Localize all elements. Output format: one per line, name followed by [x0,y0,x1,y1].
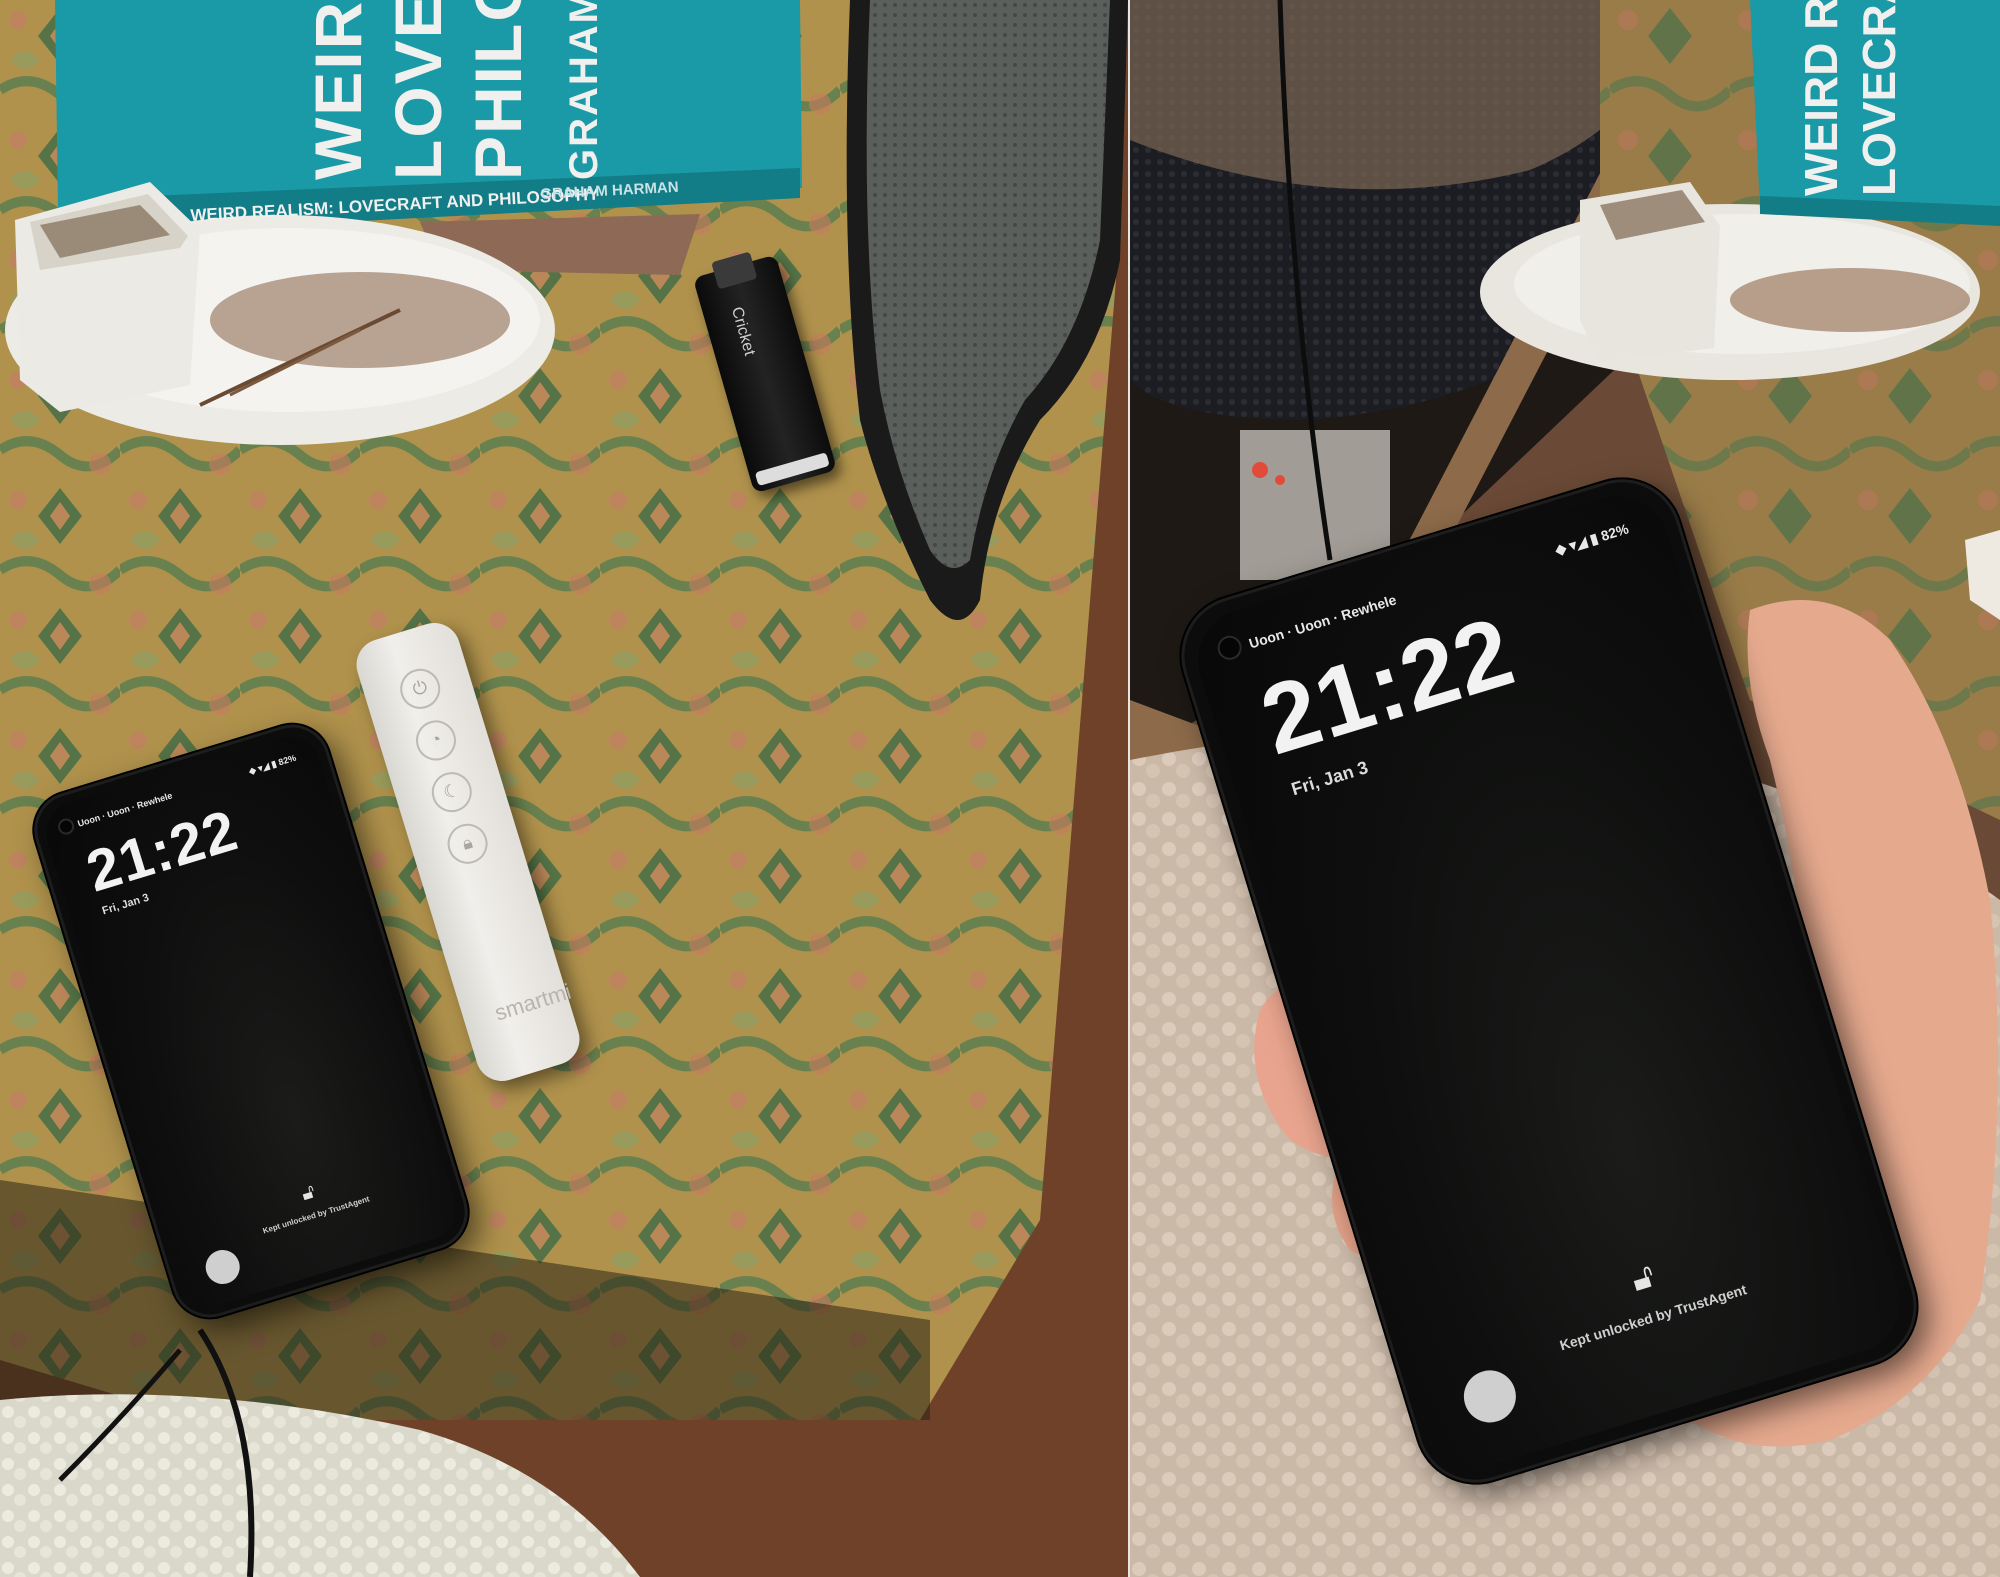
phone-left-camera [56,816,77,837]
right-photo: WEIRD REALI LOVECRAFT Uoon · Uoon · Rewh… [1130,0,2000,1577]
lighter-label: Cricket [727,305,758,358]
phone-right-status-right: ◆ ▾◢ ▮ 82% [1553,520,1631,558]
phone-right-home-icon[interactable] [1457,1363,1523,1429]
phone-left-status-right: ◆ ▾◢ ▮ 82% [247,752,298,777]
book-cover-line-3: PHILOSO [461,0,535,180]
remote-brand: smartmi [491,978,574,1026]
phone-right-unlocked-padlock-icon[interactable]: 🔓︎ [1627,1256,1659,1300]
phone-left-home-icon[interactable] [201,1245,244,1289]
left-photo: WEIRD R LOVECRA PHILOSO GRAHAM HAR WEIRD… [0,0,1128,1577]
unlocked-padlock-icon[interactable]: 🔓︎ [299,1180,318,1206]
remote-power-icon: ⏻ [395,663,446,714]
book-right-cover-line-2: LOVECRAFT [1853,0,1905,196]
book-cover-line-2: LOVECRA [381,0,455,180]
book-right-text-group: WEIRD REALI LOVECRAFT [1794,0,1905,226]
photo-collage: WEIRD R LOVECRA PHILOSO GRAHAM HAR WEIRD… [0,0,2000,1577]
book-cover-author: GRAHAM HAR [562,0,606,180]
remote-lock-icon: 🔒︎ [442,818,493,869]
phone-right-camera [1214,632,1245,663]
remote-timer-icon: ◔ [411,715,461,766]
book-right-cover-line-1: WEIRD REALI [1795,0,1847,196]
book-cover-line-1: WEIRD R [301,0,375,180]
remote-mode-icon: ☾ [426,767,477,818]
